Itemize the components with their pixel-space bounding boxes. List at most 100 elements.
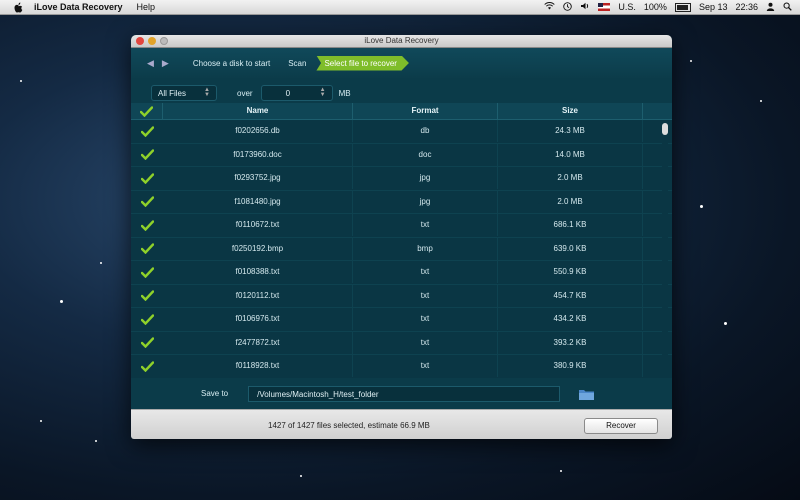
checked-icon[interactable] xyxy=(140,267,154,278)
table-row[interactable]: f0118928.txt txt 380.9 KB xyxy=(131,355,672,379)
minimize-window-button[interactable] xyxy=(148,37,156,45)
file-format-cell: txt xyxy=(353,261,498,284)
checked-icon[interactable] xyxy=(140,361,154,372)
file-size-cell: 393.2 KB xyxy=(498,331,643,354)
volume-icon[interactable] xyxy=(580,2,590,12)
table-row[interactable]: f0108388.txt txt 550.9 KB xyxy=(131,261,672,285)
stepper-arrows-icon: ▲ ▼ xyxy=(204,87,210,98)
file-name-cell: f0250192.bmp xyxy=(163,237,353,260)
column-header-name[interactable]: Name xyxy=(163,103,353,119)
menu-bar: iLove Data Recovery Help U.S. 100% Sep 1… xyxy=(0,0,800,15)
star xyxy=(95,440,97,442)
file-format-cell: jpg xyxy=(353,190,498,213)
checked-icon[interactable] xyxy=(140,314,154,325)
file-name-cell: f0108388.txt xyxy=(163,261,353,284)
input-locale[interactable]: U.S. xyxy=(618,2,636,12)
table-row[interactable]: f0202656.db db 24.3 MB xyxy=(131,120,672,144)
table-row[interactable]: f2477872.txt txt 393.2 KB xyxy=(131,331,672,355)
file-name-cell: f2477872.txt xyxy=(163,331,353,354)
file-size-cell: 639.0 KB xyxy=(498,237,643,260)
file-name-cell: f0120112.txt xyxy=(163,284,353,307)
wifi-icon[interactable] xyxy=(544,2,556,12)
star xyxy=(700,205,703,208)
header-check-column[interactable] xyxy=(131,103,163,119)
menu-app-name[interactable]: iLove Data Recovery xyxy=(34,2,123,12)
file-size-cell: 380.9 KB xyxy=(498,355,643,378)
checked-icon[interactable] xyxy=(140,290,154,302)
star xyxy=(690,60,692,62)
star xyxy=(20,80,22,82)
file-format-cell: txt xyxy=(353,355,498,378)
star xyxy=(60,300,63,303)
file-size-cell: 2.0 MB xyxy=(498,167,643,190)
checked-icon[interactable] xyxy=(140,126,154,137)
table-row[interactable]: f0293752.jpg jpg 2.0 MB xyxy=(131,167,672,191)
menu-date[interactable]: Sep 13 xyxy=(699,2,728,12)
file-size-cell: 434.2 KB xyxy=(498,308,643,331)
table-row[interactable]: f0173960.doc doc 14.0 MB xyxy=(131,143,672,167)
checked-icon[interactable] xyxy=(140,173,154,184)
star xyxy=(724,322,727,325)
step-select-file[interactable]: Select file to recover xyxy=(316,55,409,71)
star xyxy=(300,475,302,477)
file-format-cell: db xyxy=(353,120,498,143)
vertical-scrollbar[interactable] xyxy=(662,123,668,378)
table-row[interactable]: f0106976.txt txt 434.2 KB xyxy=(131,308,672,332)
scrollbar-thumb[interactable] xyxy=(662,123,668,135)
file-size-cell: 24.3 MB xyxy=(498,120,643,143)
table-row[interactable]: f1081480.jpg jpg 2.0 MB xyxy=(131,190,672,214)
checked-icon[interactable] xyxy=(140,337,154,349)
table-body: f0202656.db db 24.3 MB f0173960.doc doc … xyxy=(131,120,672,379)
file-name-cell: f0110672.txt xyxy=(163,214,353,237)
size-stepper[interactable]: 0 ▲ ▼ xyxy=(260,85,333,101)
apple-icon[interactable] xyxy=(12,1,24,13)
file-format-cell: doc xyxy=(353,143,498,166)
zoom-window-button[interactable] xyxy=(160,37,168,45)
title-bar[interactable]: iLove Data Recovery xyxy=(131,35,672,48)
size-value: 0 xyxy=(285,88,291,98)
select-all-check-icon[interactable] xyxy=(140,105,153,117)
checked-icon[interactable] xyxy=(140,243,154,255)
file-format-cell: txt xyxy=(353,284,498,307)
checked-icon[interactable] xyxy=(140,149,154,161)
file-name-cell: f0173960.doc xyxy=(163,143,353,166)
checked-icon[interactable] xyxy=(140,220,154,231)
table-row[interactable]: f0110672.txt txt 686.1 KB xyxy=(131,214,672,238)
table-row[interactable]: f0250192.bmp bmp 639.0 KB xyxy=(131,237,672,261)
star xyxy=(760,100,762,102)
file-table: Name Format Size f0202656.db db 24.3 MB … xyxy=(131,103,672,379)
battery-percent[interactable]: 100% xyxy=(644,2,667,12)
menu-time[interactable]: 22:36 xyxy=(735,2,758,12)
battery-icon[interactable] xyxy=(674,2,691,12)
file-size-cell: 686.1 KB xyxy=(498,214,643,237)
time-machine-icon[interactable] xyxy=(563,1,573,13)
file-name-cell: f0293752.jpg xyxy=(163,167,353,190)
back-arrow-icon[interactable]: ◀ xyxy=(147,58,154,69)
close-window-button[interactable] xyxy=(136,37,144,45)
save-path-field[interactable]: /Volumes/Macintosh_H/test_folder xyxy=(248,385,561,402)
selection-summary: 1427 of 1427 files selected, estimate 66… xyxy=(268,420,430,430)
file-format-cell: bmp xyxy=(353,237,498,260)
step-choose-disk[interactable]: Choose a disk to start xyxy=(185,56,278,71)
file-format-cell: jpg xyxy=(353,167,498,190)
save-bar: Save to /Volumes/Macintosh_H/test_folder xyxy=(131,378,672,409)
user-icon[interactable] xyxy=(766,2,775,13)
folder-icon[interactable] xyxy=(578,388,595,400)
column-header-size[interactable]: Size xyxy=(498,103,643,119)
recover-button[interactable]: Recover xyxy=(584,418,658,434)
step-scan[interactable]: Scan xyxy=(280,56,314,71)
spotlight-icon[interactable] xyxy=(783,2,792,13)
stepper-arrows-icon: ▲ ▼ xyxy=(319,87,326,98)
us-flag-icon[interactable] xyxy=(598,3,611,11)
checked-icon[interactable] xyxy=(140,196,154,208)
forward-arrow-icon[interactable]: ▶ xyxy=(162,58,169,69)
file-name-cell: f0106976.txt xyxy=(163,308,353,331)
column-header-format[interactable]: Format xyxy=(353,103,498,119)
file-format-cell: txt xyxy=(353,308,498,331)
menu-help[interactable]: Help xyxy=(137,2,156,12)
file-type-select[interactable]: All Files ▲ ▼ xyxy=(151,85,217,101)
table-header: Name Format Size xyxy=(131,103,672,120)
table-row[interactable]: f0120112.txt txt 454.7 KB xyxy=(131,284,672,308)
star xyxy=(40,420,42,422)
app-window: iLove Data Recovery ◀ ▶ Choose a disk to… xyxy=(131,35,672,439)
